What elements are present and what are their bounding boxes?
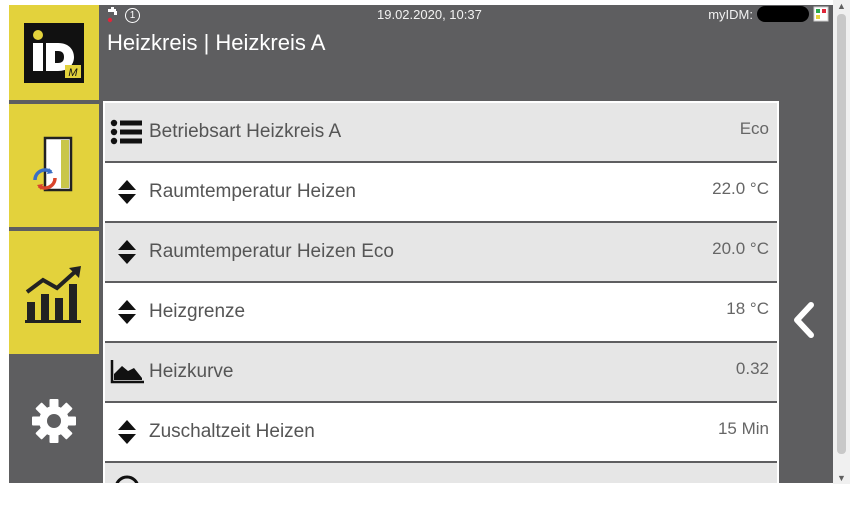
myidm-label: myIDM:: [708, 6, 753, 22]
list-item-value: Eco: [739, 119, 769, 138]
list-item[interactable]: Zuschaltzeit Heizen 15 Min: [105, 401, 777, 461]
up-down-arrows-icon: [105, 179, 149, 205]
info-icon[interactable]: 1: [125, 7, 140, 23]
list-item[interactable]: Raumtemperatur Heizen 22.0 °C: [105, 161, 777, 221]
list-item-partial[interactable]: [105, 461, 777, 483]
up-down-arrows-icon: [105, 239, 149, 265]
list-item-value: 22.0 °C: [712, 179, 769, 198]
tap-water-icon: [107, 7, 117, 23]
idm-logo: M: [24, 22, 84, 83]
sidebar-item-settings[interactable]: [9, 358, 99, 483]
list-item-value: 15 Min: [717, 419, 769, 438]
scroll-thumb[interactable]: [837, 14, 846, 454]
up-down-arrows-icon: [105, 419, 149, 445]
list-item-label: Betriebsart Heizkreis A: [149, 121, 342, 142]
connection-status-icon: [813, 6, 829, 22]
list-item-value: 18 °C: [726, 299, 769, 318]
page-scrollbar[interactable]: ▲ ▼: [833, 0, 850, 484]
up-down-arrows-icon: [105, 299, 149, 325]
list-item[interactable]: Heizgrenze 18 °C: [105, 281, 777, 341]
list-icon: [105, 119, 149, 145]
curve-chart-icon: [105, 360, 149, 384]
list-item-value: 20.0 °C: [712, 239, 769, 258]
heating-circuit-icon: [33, 136, 73, 191]
sidebar-logo-tile[interactable]: M: [9, 5, 99, 100]
status-icons: 1: [107, 7, 140, 23]
sidebar-item-statistics[interactable]: [9, 231, 99, 354]
scroll-up-icon[interactable]: ▲: [833, 0, 850, 12]
list-item-label: Zuschaltzeit Heizen: [149, 421, 315, 442]
app-screen: M 1 19.02.2020, 10:37 myIDM: Heizkreis |…: [9, 5, 833, 483]
list-item-label: Heizkurve: [149, 361, 234, 382]
statistics-chart-icon: [25, 265, 81, 323]
settings-list: Betriebsart Heizkreis A Eco Raumtemperat…: [103, 101, 779, 483]
scroll-down-icon[interactable]: ▼: [833, 472, 850, 484]
list-item[interactable]: Heizkurve 0.32: [105, 341, 777, 401]
gear-icon: [32, 398, 76, 443]
chevron-left-icon: [794, 302, 814, 338]
list-item-label: Heizgrenze: [149, 301, 246, 322]
myidm-account[interactable]: myIDM:: [708, 6, 829, 22]
logo-sub-text: M: [68, 67, 78, 79]
clock-icon: [105, 464, 149, 483]
sidebar-item-heating-circuit[interactable]: [9, 104, 99, 227]
sidebar: M: [9, 5, 99, 483]
list-item[interactable]: Betriebsart Heizkreis A Eco: [105, 101, 777, 161]
list-item-value: 0.32: [735, 359, 769, 378]
list-item[interactable]: Raumtemperatur Heizen Eco 20.0 °C: [105, 221, 777, 281]
redacted-account-name: [757, 6, 809, 22]
list-item-label: Raumtemperatur Heizen: [149, 181, 356, 202]
header-datetime: 19.02.2020, 10:37: [377, 7, 482, 22]
back-chevron-button[interactable]: [783, 295, 823, 345]
header: 1 19.02.2020, 10:37 myIDM: Heizkreis | H…: [99, 5, 833, 101]
page-title: Heizkreis | Heizkreis A: [107, 30, 326, 55]
list-item-label: Raumtemperatur Heizen Eco: [149, 241, 394, 262]
